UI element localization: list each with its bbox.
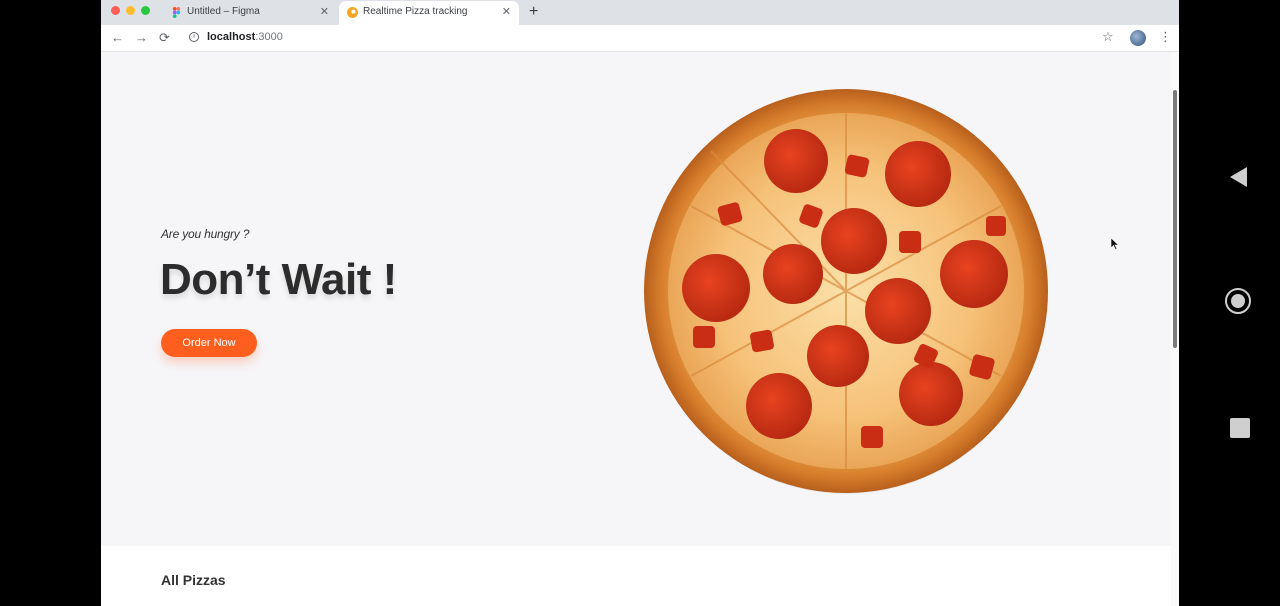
maximize-window-button[interactable] bbox=[141, 6, 150, 15]
browser-toolbar: ← → ⟳ i localhost:3000 ☆ ⋮ bbox=[101, 25, 1179, 52]
browser-window: Untitled – Figma ✕ Realtime Pizza tracki… bbox=[101, 0, 1179, 606]
hero-tagline: Are you hungry ? bbox=[161, 227, 250, 241]
browser-menu-icon[interactable]: ⋮ bbox=[1159, 29, 1172, 45]
hero-section: Are you hungry ? Don’t Wait ! Order Now bbox=[101, 52, 1171, 546]
android-recents-icon[interactable] bbox=[1230, 418, 1250, 438]
pizza-image bbox=[644, 89, 1048, 494]
url-host: localhost bbox=[207, 31, 256, 43]
new-tab-button[interactable]: + bbox=[529, 2, 538, 22]
mouse-cursor-icon bbox=[1111, 238, 1119, 250]
back-arrow-icon[interactable]: ← bbox=[111, 29, 124, 47]
android-home-icon[interactable] bbox=[1225, 288, 1251, 314]
tab-pizza-tracking[interactable]: Realtime Pizza tracking ✕ bbox=[339, 1, 519, 25]
site-info-icon[interactable]: i bbox=[189, 32, 199, 42]
section-title: All Pizzas bbox=[161, 572, 226, 588]
profile-avatar[interactable] bbox=[1130, 30, 1146, 46]
url-text: localhost:3000 bbox=[207, 31, 283, 43]
tab-figma[interactable]: Untitled – Figma ✕ bbox=[163, 1, 337, 25]
scrollbar[interactable] bbox=[1171, 52, 1179, 606]
figma-icon bbox=[172, 7, 181, 18]
forward-arrow-icon[interactable]: → bbox=[135, 29, 148, 47]
address-bar[interactable]: i localhost:3000 bbox=[183, 28, 1103, 48]
scroll-thumb[interactable] bbox=[1173, 90, 1177, 348]
minimize-window-button[interactable] bbox=[126, 6, 135, 15]
tab-close-icon[interactable]: ✕ bbox=[502, 5, 511, 18]
hero-headline: Don’t Wait ! bbox=[160, 255, 397, 304]
all-pizzas-section: All Pizzas bbox=[101, 546, 1171, 606]
tab-title: Untitled – Figma bbox=[187, 6, 260, 17]
page-viewport: Are you hungry ? Don’t Wait ! Order Now bbox=[101, 52, 1179, 606]
tab-title: Realtime Pizza tracking bbox=[363, 6, 468, 17]
reload-icon[interactable]: ⟳ bbox=[159, 29, 170, 47]
android-back-icon[interactable] bbox=[1229, 166, 1249, 188]
close-window-button[interactable] bbox=[111, 6, 120, 15]
tab-close-icon[interactable]: ✕ bbox=[320, 5, 329, 18]
pizza-favicon bbox=[347, 7, 358, 18]
bookmark-star-icon[interactable]: ☆ bbox=[1102, 29, 1114, 45]
tab-strip: Untitled – Figma ✕ Realtime Pizza tracki… bbox=[101, 0, 1179, 25]
url-port: :3000 bbox=[255, 31, 283, 43]
order-now-button[interactable]: Order Now bbox=[161, 329, 257, 357]
